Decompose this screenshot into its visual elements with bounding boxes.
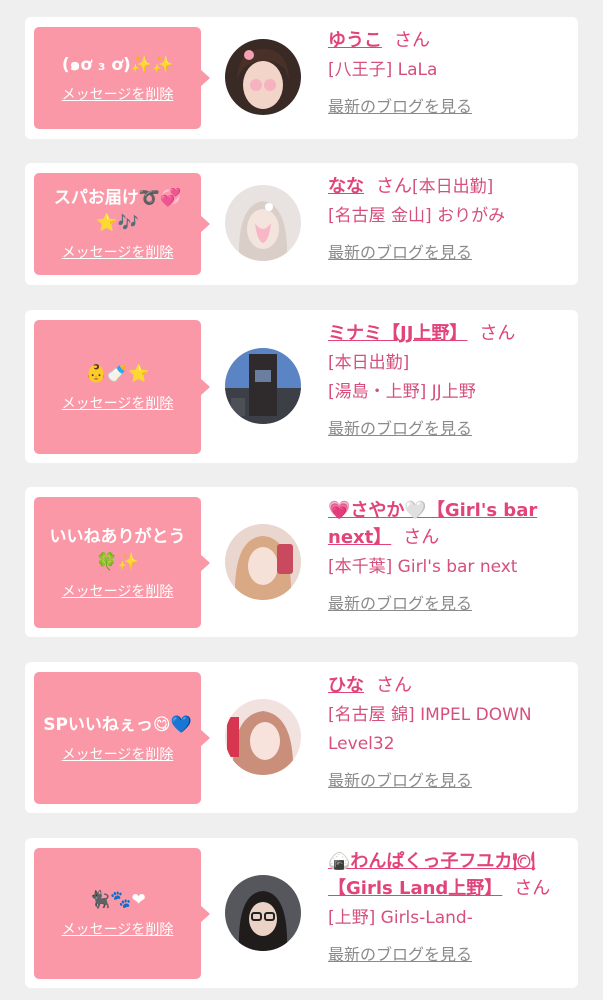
message-bubble: (๑ơ ₃ ơ)✨✨ メッセージを削除 <box>34 27 210 129</box>
profile-name-link[interactable]: 🍙わんぱくっ子フユカ🍽【Girls Land上野】 <box>328 851 535 899</box>
honorific-san: さん <box>394 30 430 51</box>
message-text: 🐈‍⬛🐾❤ <box>89 890 146 910</box>
delete-message-link[interactable]: メッセージを削除 <box>62 84 174 104</box>
profile-info: 🍙わんぱくっ子フユカ🍽【Girls Land上野】 さん [上野] Girls-L… <box>328 848 568 965</box>
message-text: (๑ơ ₃ ơ)✨✨ <box>61 54 174 75</box>
name-line: 💗さやか🤍【Girl's bar next】 さん <box>328 497 568 553</box>
shop-area: [上野] Girls-Land- <box>328 908 473 928</box>
message-card: スパお届け➰💞⭐🎶 メッセージを削除 なな さん[本日出勤] [名古屋 金山] お… <box>25 163 578 285</box>
latest-blog-link[interactable]: 最新のブログを見る <box>328 93 472 117</box>
avatar[interactable] <box>225 524 301 600</box>
delete-message-link[interactable]: メッセージを削除 <box>62 744 174 764</box>
profile-info: ひな さん [名古屋 錦] IMPEL DOWN Level32 最新のブログを見… <box>328 672 568 791</box>
name-line: 🍙わんぱくっ子フユカ🍽【Girls Land上野】 さん <box>328 848 568 904</box>
latest-blog-link[interactable]: 最新のブログを見る <box>328 941 472 965</box>
latest-blog-link[interactable]: 最新のブログを見る <box>328 590 472 614</box>
message-bubble: 👶🍼⭐ メッセージを削除 <box>34 320 210 454</box>
shop-area: [八王子] LaLa <box>328 60 438 80</box>
profile-info: なな さん[本日出勤] [名古屋 金山] おりがみ 最新のブログを見る <box>328 173 568 263</box>
message-card: SPいいねぇっ😋💙 メッセージを削除 ひな さん [名古屋 錦] IMPEL DO… <box>25 662 578 813</box>
message-text: 👶🍼⭐ <box>85 363 150 384</box>
shop-area: [本日出勤] <box>328 353 410 373</box>
delete-message-link[interactable]: メッセージを削除 <box>62 581 174 601</box>
message-card: (๑ơ ₃ ơ)✨✨ メッセージを削除 ゆうこ さん [八王子] LaLa 最新の… <box>25 17 578 139</box>
after-san-text: [本日出勤] <box>412 177 494 197</box>
avatar[interactable] <box>225 348 301 424</box>
honorific-san: さん <box>479 323 516 344</box>
latest-blog-link[interactable]: 最新のブログを見る <box>328 239 472 263</box>
honorific-san: さん <box>376 176 412 197</box>
message-card: いいねありがとう🍀✨ メッセージを削除 💗さやか🤍【Girl's bar nex… <box>25 487 578 637</box>
avatar[interactable] <box>225 39 301 115</box>
delete-message-link[interactable]: メッセージを削除 <box>62 242 174 262</box>
latest-blog-link[interactable]: 最新のブログを見る <box>328 767 472 791</box>
honorific-san: さん <box>514 878 551 899</box>
message-card: 🐈‍⬛🐾❤ メッセージを削除 🍙わんぱくっ子フユカ🍽【Girls Land上野】… <box>25 838 578 988</box>
shop-area: [本千葉] Girl's bar next <box>328 557 518 577</box>
honorific-san: さん <box>376 675 412 696</box>
honorific-san: さん <box>403 527 440 548</box>
shop-area: [湯島・上野] JJ上野 <box>328 382 476 402</box>
message-bubble: スパお届け➰💞⭐🎶 メッセージを削除 <box>34 173 210 275</box>
profile-name-link[interactable]: ひな <box>328 675 364 696</box>
name-line: なな さん[本日出勤] <box>328 173 568 202</box>
avatar[interactable] <box>225 699 301 775</box>
message-bubble: SPいいねぇっ😋💙 メッセージを削除 <box>34 672 210 804</box>
shop-area: [名古屋 金山] おりがみ <box>328 206 506 226</box>
name-line: ひな さん <box>328 672 568 701</box>
name-line: ゆうこ さん <box>328 27 568 56</box>
profile-name-link[interactable]: ゆうこ <box>328 30 382 51</box>
profile-info: ミナミ【JJ上野】 さん [本日出勤] [湯島・上野] JJ上野 最新のブログを見… <box>328 320 568 439</box>
delete-message-link[interactable]: メッセージを削除 <box>62 393 174 413</box>
avatar[interactable] <box>225 875 301 951</box>
profile-info: ゆうこ さん [八王子] LaLa 最新のブログを見る <box>328 27 568 117</box>
profile-info: 💗さやか🤍【Girl's bar next】 さん [本千葉] Girl's ba… <box>328 497 568 614</box>
delete-message-link[interactable]: メッセージを削除 <box>62 919 174 939</box>
avatar[interactable] <box>225 185 301 261</box>
message-card: 👶🍼⭐ メッセージを削除 ミナミ【JJ上野】 さん [本日出勤] [湯島・上野] … <box>25 310 578 463</box>
message-text: SPいいねぇっ😋💙 <box>43 714 192 735</box>
profile-name-link[interactable]: ミナミ【JJ上野】 <box>328 323 467 344</box>
name-line: ミナミ【JJ上野】 さん <box>328 320 568 349</box>
shop-area: [名古屋 錦] IMPEL DOWN Level32 <box>328 705 532 754</box>
latest-blog-link[interactable]: 最新のブログを見る <box>328 415 472 439</box>
message-bubble: 🐈‍⬛🐾❤ メッセージを削除 <box>34 848 210 979</box>
message-bubble: いいねありがとう🍀✨ メッセージを削除 <box>34 497 210 628</box>
profile-name-link[interactable]: なな <box>328 176 364 197</box>
message-text: いいねありがとう🍀✨ <box>49 526 186 572</box>
message-text: スパお届け➰💞⭐🎶 <box>53 188 182 233</box>
